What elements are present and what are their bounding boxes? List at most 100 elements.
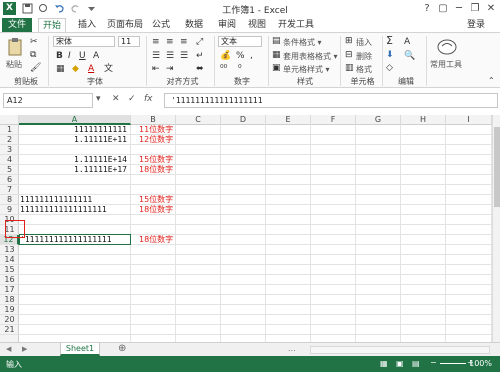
row-header-7[interactable]: 7 — [0, 185, 19, 195]
copy-icon[interactable]: ⧉ — [30, 50, 36, 60]
cell-a4[interactable]: 1.11111E+14 — [19, 155, 127, 165]
format-cells-icon[interactable]: ▥ — [345, 63, 354, 73]
row-header-20[interactable]: 20 — [0, 315, 19, 325]
row-header-5[interactable]: 5 — [0, 165, 19, 175]
align-middle-icon[interactable]: ≡ — [166, 37, 174, 47]
orientation-icon[interactable]: ⤢ — [196, 37, 203, 47]
fill-icon[interactable]: ⬇ — [386, 50, 394, 60]
bold-icon[interactable]: B — [56, 51, 63, 61]
common-tools-icon[interactable] — [436, 37, 458, 60]
tab-file[interactable]: 文件 — [2, 18, 32, 32]
enter-icon[interactable]: ✓ — [128, 94, 136, 104]
cell-b9[interactable]: 18位数字 — [139, 205, 176, 215]
delete-cells-button[interactable]: 删除 — [356, 51, 372, 62]
column-header-f[interactable]: F — [311, 115, 356, 125]
cell-b1[interactable]: 11位数字 — [139, 125, 176, 135]
row-header-3[interactable]: 3 — [0, 145, 19, 155]
row-header-14[interactable]: 14 — [0, 255, 19, 265]
paste-label[interactable]: 粘贴 — [6, 59, 22, 70]
comma-style-icon[interactable]: , — [250, 51, 253, 61]
cell-b2[interactable]: 12位数字 — [139, 135, 176, 145]
name-box[interactable]: A12 — [3, 93, 93, 108]
sort-filter-icon[interactable]: A — [404, 37, 410, 47]
format-cells-button[interactable]: 格式 — [356, 64, 372, 75]
row-header-13[interactable]: 13 — [0, 245, 19, 255]
increase-indent-icon[interactable]: ⇥ — [166, 64, 174, 74]
font-name-dropdown[interactable]: 宋体 — [53, 36, 115, 47]
sheet-prev-icon[interactable]: ◀ — [6, 345, 11, 353]
row-header-9[interactable]: 9 — [0, 205, 19, 215]
font-color-icon[interactable]: A — [88, 64, 94, 74]
cell-b12[interactable]: 18位数字 — [139, 235, 176, 245]
align-bottom-icon[interactable]: ≡ — [180, 37, 188, 47]
sheet-more-icon[interactable]: ... — [288, 344, 296, 353]
font-size-dropdown[interactable]: 11 — [118, 36, 140, 47]
normal-view-icon[interactable]: ▦ — [380, 359, 388, 368]
format-as-table-icon[interactable]: ▦ — [272, 50, 281, 60]
merge-center-icon[interactable]: ⬌ — [196, 64, 204, 74]
cell-a1[interactable]: 11111111111 — [19, 125, 127, 135]
align-center-icon[interactable]: ☰ — [166, 51, 174, 61]
decrease-indent-icon[interactable]: ⇤ — [152, 64, 160, 74]
close-button[interactable]: ✕ — [484, 2, 498, 15]
tab-formulas[interactable]: 公式 — [150, 18, 172, 32]
phonetic-icon[interactable]: 文 — [104, 64, 113, 74]
cell-b4[interactable]: 15位数字 — [139, 155, 176, 165]
row-header-19[interactable]: 19 — [0, 305, 19, 315]
column-header-e[interactable]: E — [266, 115, 311, 125]
ribbon-display-button[interactable]: ▢ — [436, 2, 450, 15]
borders-icon[interactable]: ▦ — [56, 64, 65, 74]
delete-cells-icon[interactable]: ⊟ — [345, 50, 353, 60]
cell-area[interactable]: 11111111111 11位数字 1.11111E+11 12位数字 1.11111E… — [5, 125, 492, 342]
row-header-18[interactable]: 18 — [0, 295, 19, 305]
autosum-icon[interactable]: Σ — [386, 35, 393, 46]
horizontal-scrollbar[interactable] — [310, 346, 490, 354]
column-header-c[interactable]: C — [176, 115, 221, 125]
cell-b8[interactable]: 15位数字 — [139, 195, 176, 205]
sheet-next-icon[interactable]: ▶ — [22, 345, 27, 353]
cell-styles-button[interactable]: 单元格样式 ▾ — [283, 64, 330, 75]
page-layout-view-icon[interactable]: ▣ — [396, 359, 404, 368]
row-header-2[interactable]: 2 — [0, 135, 19, 145]
cell-a9[interactable]: 111111111111111111 — [20, 205, 150, 215]
tab-page-layout[interactable]: 页面布局 — [105, 18, 145, 32]
row-header-21[interactable]: 21 — [0, 325, 19, 335]
row-header-15[interactable]: 15 — [0, 265, 19, 275]
conditional-formatting-icon[interactable]: ▤ — [272, 36, 281, 46]
row-header-8[interactable]: 8 — [0, 195, 19, 205]
row-header-1[interactable]: 1 — [0, 125, 19, 135]
restore-button[interactable]: ❐ — [468, 2, 482, 15]
align-right-icon[interactable]: ☰ — [180, 51, 188, 61]
underline-icon[interactable]: U — [79, 51, 86, 61]
undo-icon[interactable] — [54, 3, 65, 14]
sheet-tab-sheet1[interactable]: Sheet1 — [60, 343, 100, 356]
column-header-b[interactable]: B — [131, 115, 176, 125]
row-header-16[interactable]: 16 — [0, 275, 19, 285]
login-link[interactable]: 登录 — [464, 18, 488, 32]
insert-cells-button[interactable]: 插入 — [356, 37, 372, 48]
new-sheet-icon[interactable]: ⊕ — [118, 343, 126, 354]
paste-icon[interactable] — [7, 37, 23, 60]
align-left-icon[interactable]: ☰ — [152, 51, 160, 61]
column-header-g[interactable]: G — [356, 115, 401, 125]
increase-decimal-icon[interactable]: ⁰⁰ — [220, 64, 227, 74]
cell-a2[interactable]: 1.11111E+11 — [19, 135, 127, 145]
row-header-17[interactable]: 17 — [0, 285, 19, 295]
customize-quick-access-icon[interactable] — [86, 3, 97, 14]
row-header-4[interactable]: 4 — [0, 155, 19, 165]
cut-icon[interactable]: ✂ — [30, 37, 38, 47]
formula-input[interactable]: '111111111111111111 — [164, 93, 498, 108]
redo-icon[interactable] — [70, 3, 81, 14]
row-header-6[interactable]: 6 — [0, 175, 19, 185]
tab-view[interactable]: 视图 — [246, 18, 268, 32]
find-select-icon[interactable]: 🔍 — [404, 51, 415, 61]
decrease-decimal-icon[interactable]: ⁰ — [238, 64, 242, 74]
align-top-icon[interactable]: ≡ — [152, 37, 160, 47]
help-button[interactable]: ? — [420, 2, 434, 15]
tab-data[interactable]: 数据 — [183, 18, 205, 32]
namebox-dropdown-icon[interactable]: ▾ — [96, 94, 101, 104]
conditional-formatting-button[interactable]: 条件格式 ▾ — [283, 37, 322, 48]
insert-function-icon[interactable]: fx — [144, 94, 153, 104]
page-break-view-icon[interactable]: ▤ — [412, 359, 420, 368]
cell-a5[interactable]: 1.11111E+17 — [19, 165, 127, 175]
